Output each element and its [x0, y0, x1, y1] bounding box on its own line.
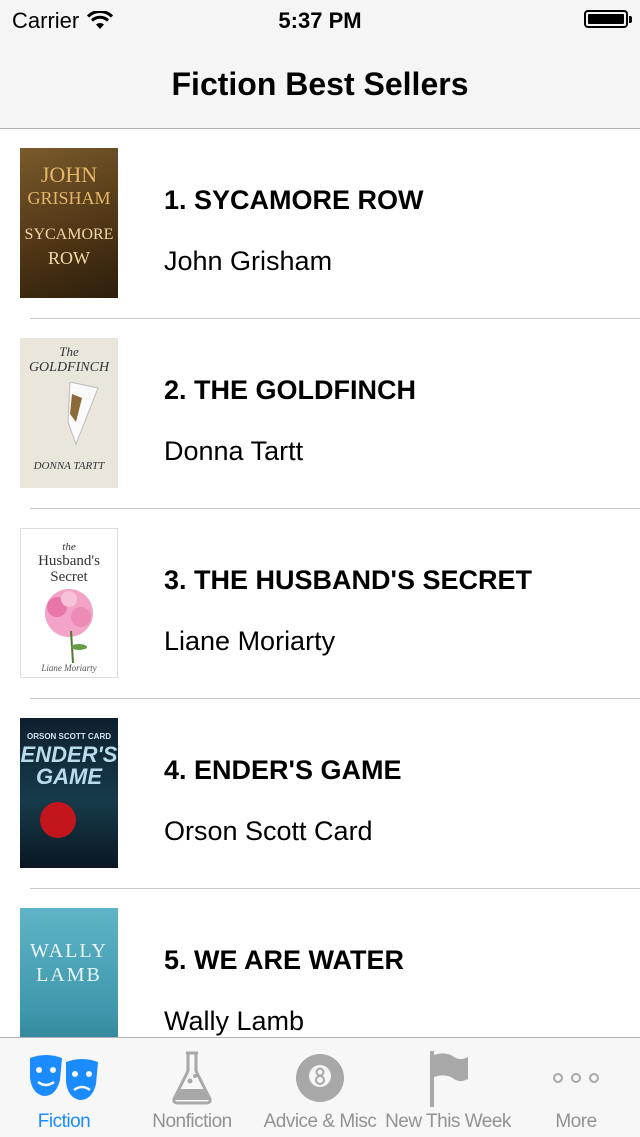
- cover-text: SYCAMORE: [24, 226, 114, 243]
- status-bar: Carrier 5:37 PM: [0, 0, 640, 40]
- cover-text: ORSON SCOTT CARD: [27, 732, 111, 741]
- list-item[interactable]: The GOLDFINCH DONNA TARTT 2. THE GOLDFIN…: [0, 319, 640, 509]
- book-title: 5. WE ARE WATER: [164, 945, 405, 975]
- book-title: 2. THE GOLDFINCH: [164, 375, 417, 405]
- flag-icon: [384, 1050, 512, 1107]
- book-cover: JOHN GRISHAM SYCAMORE ROW: [20, 148, 118, 298]
- tab-advice-misc[interactable]: Advice & Misc: [256, 1038, 384, 1137]
- tab-label: Nonfiction: [152, 1111, 232, 1132]
- cover-text: ROW: [48, 248, 90, 268]
- page-title: Fiction Best Sellers: [171, 65, 469, 102]
- cover-text: GAME: [36, 764, 102, 789]
- cover-text: GOLDFINCH: [28, 360, 110, 375]
- book-cover: ORSON SCOTT CARD ENDER'S GAME: [20, 718, 118, 868]
- torn-paper-illustration: [67, 382, 99, 446]
- cover-text: GRISHAM: [27, 188, 111, 208]
- cover-text: WALLY: [30, 940, 108, 962]
- flower-illustration: [45, 589, 93, 663]
- book-author: John Grisham: [164, 246, 333, 276]
- tab-label: More: [555, 1111, 597, 1132]
- tab-nonfiction[interactable]: Nonfiction: [128, 1038, 256, 1137]
- book-title: 1. SYCAMORE ROW: [164, 185, 424, 215]
- tab-label: New This Week: [385, 1111, 511, 1132]
- book-title: 4. ENDER'S GAME: [164, 755, 402, 785]
- list-item[interactable]: ORSON SCOTT CARD ENDER'S GAME 4. ENDER'S…: [0, 699, 640, 889]
- cover-badge: [40, 802, 76, 838]
- cover-text: DONNA TARTT: [33, 460, 105, 472]
- book-author: Liane Moriarty: [164, 626, 336, 656]
- list-item[interactable]: JOHN GRISHAM SYCAMORE ROW 1. SYCAMORE RO…: [0, 129, 640, 319]
- tab-fiction[interactable]: Fiction: [0, 1038, 128, 1137]
- book-author: Donna Tartt: [164, 436, 304, 466]
- navigation-bar: Fiction Best Sellers: [0, 40, 640, 129]
- cover-text: Liane Moriarty: [41, 663, 97, 673]
- cover-text: Husband's: [38, 553, 100, 569]
- theater-masks-icon: [0, 1050, 128, 1106]
- tab-more[interactable]: More: [512, 1038, 640, 1137]
- cover-text: The: [59, 344, 79, 359]
- book-cover: the Husband's Secret Liane Moriarty: [20, 528, 118, 678]
- status-time: 5:37 PM: [278, 8, 362, 33]
- cover-text: Secret: [50, 569, 88, 585]
- book-title: 3. THE HUSBAND'S SECRET: [164, 565, 532, 595]
- book-author: Wally Lamb: [164, 1006, 305, 1036]
- book-list[interactable]: JOHN GRISHAM SYCAMORE ROW 1. SYCAMORE RO…: [0, 129, 640, 1037]
- book-author: Orson Scott Card: [164, 816, 373, 846]
- eight-ball-icon: [256, 1050, 384, 1106]
- tab-new-this-week[interactable]: New This Week: [384, 1038, 512, 1137]
- tab-label: Advice & Misc: [263, 1111, 377, 1132]
- more-dots-icon: [512, 1050, 640, 1106]
- cover-text: LAMB: [36, 964, 102, 986]
- book-cover: The GOLDFINCH DONNA TARTT: [20, 338, 118, 488]
- list-item[interactable]: the Husband's Secret Liane Moriarty 3. T…: [0, 509, 640, 699]
- list-item[interactable]: WALLY LAMB 5. WE ARE WATER Wally Lamb: [0, 889, 640, 1037]
- book-cover: WALLY LAMB: [20, 908, 118, 1037]
- tab-bar: Fiction Nonfiction Advice & Misc New Thi…: [0, 1037, 640, 1137]
- cover-text: the: [62, 541, 76, 553]
- battery-icon: [584, 10, 632, 28]
- flask-icon: [128, 1050, 256, 1106]
- tab-label: Fiction: [37, 1111, 91, 1132]
- cover-text: JOHN: [40, 162, 98, 187]
